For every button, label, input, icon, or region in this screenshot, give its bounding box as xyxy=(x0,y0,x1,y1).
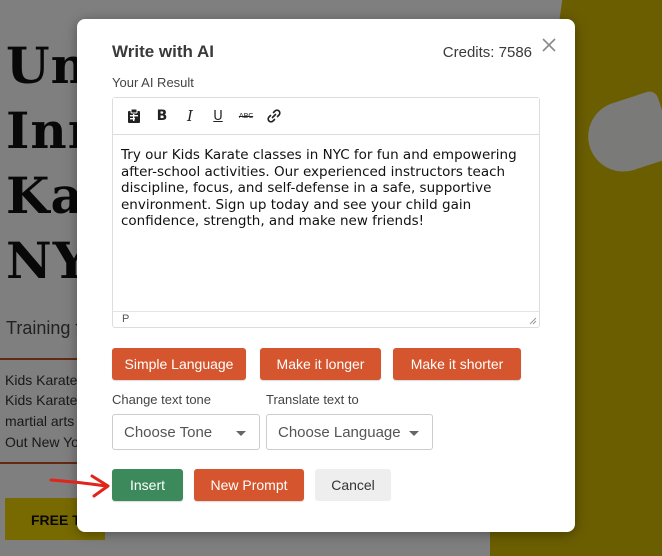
resize-handle-icon[interactable] xyxy=(528,316,537,325)
link-button[interactable] xyxy=(260,102,288,130)
underline-button[interactable]: U xyxy=(204,102,232,130)
tone-select[interactable]: Choose Tone xyxy=(112,414,260,450)
close-button[interactable] xyxy=(539,35,559,55)
make-shorter-button[interactable]: Make it shorter xyxy=(393,348,521,380)
credits-counter: Credits: 7586 xyxy=(442,44,532,61)
ai-result-label: Your AI Result xyxy=(112,75,194,90)
clipboard-icon xyxy=(128,108,140,123)
editor-content[interactable]: Try our Kids Karate classes in NYC for f… xyxy=(113,135,539,311)
cancel-button[interactable]: Cancel xyxy=(315,469,391,501)
insert-button[interactable]: Insert xyxy=(112,469,183,501)
annotation-arrow-icon xyxy=(49,474,110,498)
tone-label: Change text tone xyxy=(112,392,212,407)
chevron-down-icon xyxy=(236,431,246,436)
element-path: P xyxy=(122,313,130,325)
link-icon xyxy=(267,109,281,123)
simple-language-button[interactable]: Simple Language xyxy=(112,348,246,380)
close-icon xyxy=(542,38,556,52)
editor-toolbar: B I U ABC xyxy=(113,98,539,135)
editor-status-bar: P xyxy=(113,311,539,327)
write-with-ai-dialog: Write with AI Credits: 7586 Your AI Resu… xyxy=(77,19,575,532)
tone-select-value: Choose Tone xyxy=(124,424,213,441)
language-select[interactable]: Choose Language xyxy=(266,414,433,450)
language-select-value: Choose Language xyxy=(278,424,401,441)
paste-button[interactable] xyxy=(120,102,148,130)
new-prompt-button[interactable]: New Prompt xyxy=(194,469,304,501)
chevron-down-icon xyxy=(409,431,419,436)
translate-label: Translate text to xyxy=(266,392,359,407)
italic-button[interactable]: I xyxy=(176,102,204,130)
strikethrough-button[interactable]: ABC xyxy=(232,102,260,130)
dialog-title: Write with AI xyxy=(112,42,214,61)
rich-text-editor: B I U ABC Try our Kids Karate classes in… xyxy=(112,97,540,328)
make-longer-button[interactable]: Make it longer xyxy=(260,348,381,380)
bold-button[interactable]: B xyxy=(148,102,176,130)
